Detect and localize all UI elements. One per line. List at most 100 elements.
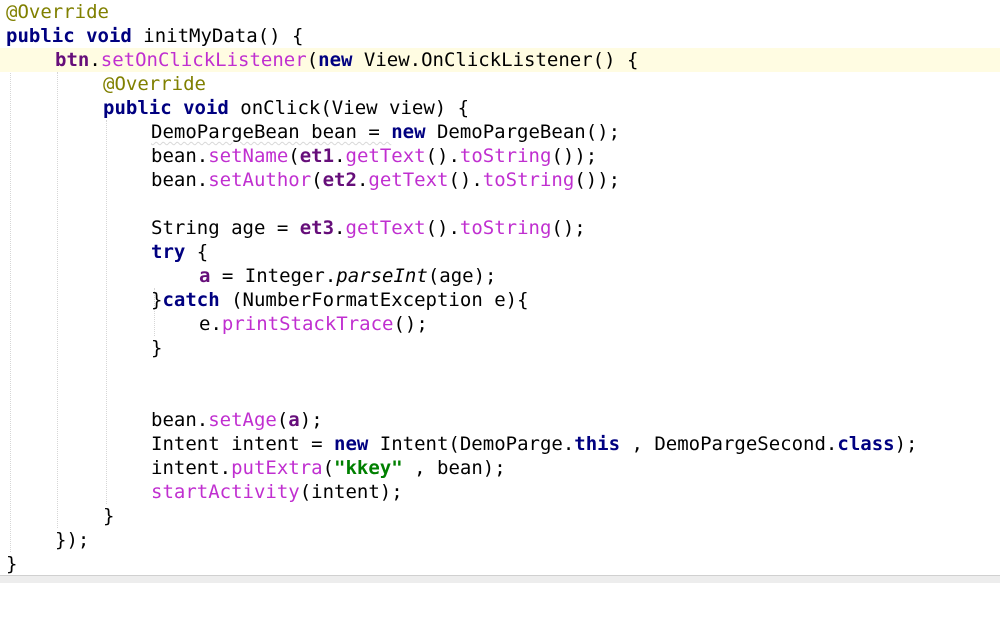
code-line: startActivity(intent); bbox=[0, 480, 1000, 504]
annotation: @Override bbox=[103, 73, 206, 95]
code-text: View.OnClickListener() { bbox=[352, 49, 639, 71]
code-line: @Override bbox=[0, 0, 1000, 24]
field: et3 bbox=[299, 217, 335, 239]
code-text: (); bbox=[393, 313, 428, 335]
code-line: }); bbox=[0, 528, 1000, 552]
code-text: , DemoPargeSecond. bbox=[620, 433, 838, 455]
method-call: putExtra bbox=[231, 457, 323, 479]
code-text: . bbox=[89, 49, 101, 71]
code-line: bean.setName(et1.getText().toString()); bbox=[0, 144, 1000, 168]
code-text: } bbox=[6, 553, 18, 575]
code-text: initMyData() { bbox=[131, 25, 304, 47]
code-line: bean.setAge(a); bbox=[0, 408, 1000, 432]
keyword: new bbox=[334, 433, 369, 455]
keyword: new bbox=[318, 49, 353, 71]
method-call: setAge bbox=[208, 409, 277, 431]
code-line: DemoPargeBean bean = new DemoPargeBean()… bbox=[0, 120, 1000, 144]
keyword: catch bbox=[162, 289, 220, 311]
code-text: { bbox=[185, 241, 209, 263]
code-text: bean. bbox=[151, 409, 209, 431]
code-text: (). bbox=[448, 169, 483, 191]
field: et2 bbox=[322, 169, 357, 191]
code-text: intent. bbox=[151, 457, 232, 479]
code-line: @Override bbox=[0, 72, 1000, 96]
code-text: = Integer. bbox=[210, 265, 337, 287]
code-editor[interactable]: @Override public void initMyData() { btn… bbox=[0, 0, 1000, 575]
code-text: } bbox=[151, 337, 163, 359]
code-text: e. bbox=[199, 313, 222, 335]
method-call: setOnClickListener bbox=[100, 49, 307, 71]
code-text: ); bbox=[894, 433, 918, 455]
code-line: intent.putExtra("kkey" , bean); bbox=[0, 456, 1000, 480]
code-line: bean.setAuthor(et2.getText().toString())… bbox=[0, 168, 1000, 192]
field: btn bbox=[55, 49, 90, 71]
method-call: getText bbox=[345, 145, 426, 167]
code-line: }catch (NumberFormatException e){ bbox=[0, 288, 1000, 312]
code-text: ( bbox=[276, 409, 289, 431]
code-text: DemoPargeBean bean = bbox=[151, 121, 392, 143]
method-call: getText bbox=[368, 169, 449, 191]
method-call: printStackTrace bbox=[221, 313, 394, 335]
method-call: getText bbox=[345, 217, 426, 239]
code-line: try { bbox=[0, 240, 1000, 264]
code-text: , bean); bbox=[402, 457, 506, 479]
code-line: } bbox=[0, 336, 1000, 360]
field: et1 bbox=[299, 145, 335, 167]
code-line: public void initMyData() { bbox=[0, 24, 1000, 48]
current-line: btn.setOnClickListener(new View.OnClickL… bbox=[0, 48, 1000, 72]
method-call: toString bbox=[459, 217, 552, 239]
code-text: (). bbox=[425, 145, 460, 167]
code-text: bean. bbox=[151, 145, 209, 167]
code-text: String age = bbox=[151, 217, 300, 239]
horizontal-scrollbar[interactable] bbox=[0, 575, 1000, 583]
keyword: void bbox=[183, 97, 229, 119]
code-line: String age = et3.getText().toString(); bbox=[0, 216, 1000, 240]
code-text: onClick(View view) { bbox=[228, 97, 470, 119]
code-line: } bbox=[0, 552, 1000, 576]
field: a bbox=[288, 409, 300, 431]
code-text: ()); bbox=[551, 145, 598, 167]
code-text: } bbox=[103, 505, 115, 527]
code-text: Intent(DemoParge. bbox=[368, 433, 575, 455]
code-text: . bbox=[334, 145, 346, 167]
code-text: (). bbox=[425, 217, 460, 239]
code-text: Intent intent = bbox=[151, 433, 335, 455]
code-text: (NumberFormatException e){ bbox=[219, 289, 529, 311]
annotation: @Override bbox=[6, 1, 109, 23]
code-line: e.printStackTrace(); bbox=[0, 312, 1000, 336]
code-text: (); bbox=[551, 217, 586, 239]
code-text: ( bbox=[322, 457, 335, 479]
static-method-call: parseInt bbox=[336, 265, 428, 287]
code-text: }); bbox=[55, 529, 90, 551]
code-text: ()); bbox=[574, 169, 621, 191]
field: a bbox=[199, 265, 211, 287]
keyword: try bbox=[151, 241, 186, 263]
code-text: ); bbox=[299, 409, 323, 431]
code-line: public void onClick(View view) { bbox=[0, 96, 1000, 120]
code-text: ( bbox=[288, 145, 300, 167]
keyword: public bbox=[103, 97, 172, 119]
method-call: toString bbox=[482, 169, 575, 191]
code-text: (age); bbox=[427, 265, 497, 287]
keyword: void bbox=[86, 25, 132, 47]
keyword: public bbox=[6, 25, 75, 47]
code-text: . bbox=[334, 217, 346, 239]
method-call: startActivity bbox=[151, 481, 300, 503]
code-text: ( bbox=[306, 49, 319, 71]
keyword: new bbox=[391, 121, 426, 143]
code-line: a = Integer.parseInt(age); bbox=[0, 264, 1000, 288]
code-text: ( bbox=[311, 169, 323, 191]
keyword: this bbox=[574, 433, 621, 455]
code-text: DemoPargeBean(); bbox=[425, 121, 621, 143]
keyword: class bbox=[837, 433, 895, 455]
code-text: . bbox=[356, 169, 369, 191]
string-literal: "kkey" bbox=[334, 457, 403, 479]
code-text: } bbox=[151, 289, 163, 311]
code-text: bean. bbox=[151, 169, 209, 191]
code-line: Intent intent = new Intent(DemoParge.thi… bbox=[0, 432, 1000, 456]
code-line: } bbox=[0, 504, 1000, 528]
method-call: setAuthor bbox=[208, 169, 312, 191]
code-text: (intent); bbox=[299, 481, 403, 503]
method-call: setName bbox=[208, 145, 289, 167]
method-call: toString bbox=[459, 145, 552, 167]
